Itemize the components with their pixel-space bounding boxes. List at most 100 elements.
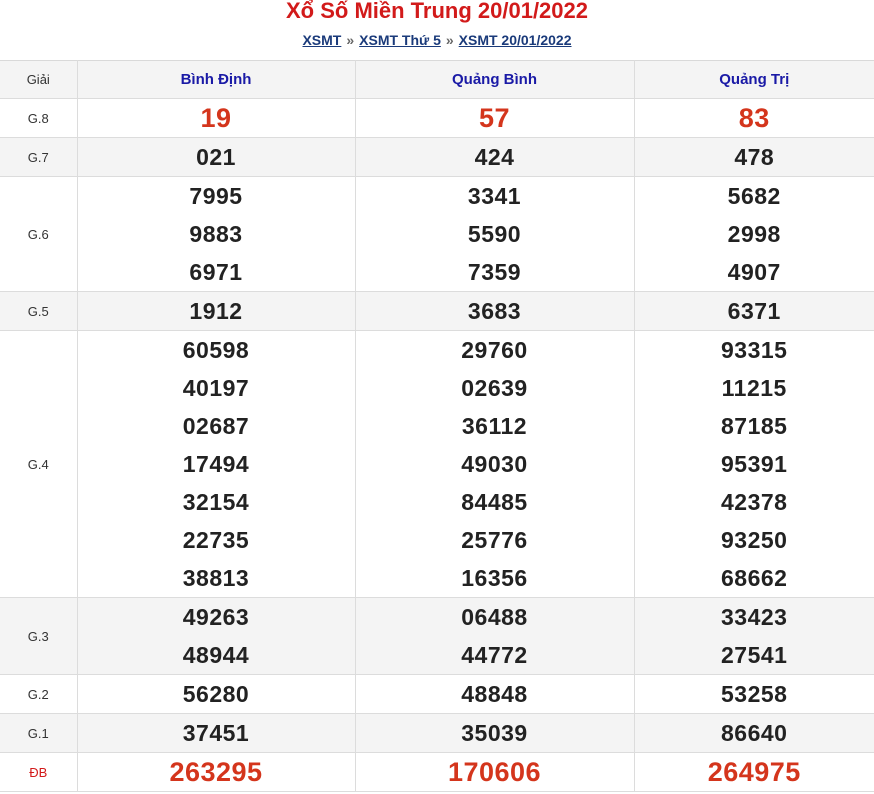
province-header-quang-tri[interactable]: Quảng Trị [634, 60, 874, 99]
prize-cell: 83 [634, 98, 874, 138]
breadcrumb-separator: » [346, 32, 355, 48]
prize-number: 95391 [721, 451, 788, 477]
prize-label: G.8 [0, 98, 78, 138]
prize-number: 87185 [721, 413, 788, 439]
prize-column-header: Giải [0, 60, 78, 99]
prize-number: 35039 [461, 720, 528, 746]
prize-number: 48944 [182, 642, 250, 668]
prize-cell: 6371 [634, 291, 874, 331]
prize-number: 27541 [721, 642, 788, 668]
prize-number: 44772 [461, 642, 528, 668]
prize-label: G.5 [0, 291, 78, 331]
prize-cell: 29760 02639 36112 49030 84485 25776 16356 [355, 330, 635, 598]
prize-row: G.7 021 424 478 [0, 137, 874, 177]
prize-number: 49030 [461, 451, 528, 477]
prize-cell: 93315 11215 87185 95391 42378 93250 68662 [634, 330, 874, 598]
special-prize-number: 264975 [707, 757, 801, 787]
prize-label: G.1 [0, 713, 78, 753]
prize-cell: 478 [634, 137, 874, 177]
province-header-binh-dinh[interactable]: Bình Định [77, 60, 356, 99]
prize-row: G.2 56280 48848 53258 [0, 674, 874, 714]
prize-number: 02687 [182, 413, 250, 439]
prize-number: 11215 [721, 375, 787, 401]
page-header: Xổ Số Miền Trung 20/01/2022 XSMT » XSMT Th… [0, 0, 874, 60]
prize-row: G.1 37451 35039 86640 [0, 713, 874, 753]
prize-number: 9883 [189, 221, 243, 247]
prize-row: G.4 60598 40197 02687 17494 32154 22735 38813 29… [0, 330, 874, 598]
prize-cell: 33423 27541 [634, 597, 874, 675]
prize-number: 478 [734, 144, 775, 170]
prize-cell: 3341 5590 7359 [355, 176, 635, 292]
prize-cell: 49263 48944 [77, 597, 356, 675]
prize-number: 42378 [721, 489, 788, 515]
prize-cell: 19 [77, 98, 356, 138]
prize-number: 86640 [721, 720, 788, 746]
prize-cell: 264975 [634, 752, 874, 792]
prize-number: 17494 [182, 451, 250, 477]
prize-number: 6971 [189, 259, 243, 285]
prize-number: 3341 [467, 183, 522, 209]
prize-cell: 56280 [77, 674, 356, 714]
prize-cell: 170606 [355, 752, 635, 792]
prize-cell: 06488 44772 [355, 597, 635, 675]
prize-label: ĐB [0, 752, 78, 792]
breadcrumb-link-xsmt-date[interactable]: XSMT 20/01/2022 [459, 32, 572, 48]
special-prize-number: 170606 [447, 757, 542, 787]
prize-number: 84485 [461, 489, 528, 515]
prize-cell: 60598 40197 02687 17494 32154 22735 38813 [77, 330, 356, 598]
prize-row: G.8 19 57 83 [0, 98, 874, 138]
prize-number: 1912 [189, 298, 243, 324]
breadcrumb-link-xsmt-thu-5[interactable]: XSMT Thứ 5 [359, 32, 441, 48]
prize-number: 19 [200, 103, 232, 133]
prize-number: 22735 [182, 527, 250, 553]
prize-number: 02639 [461, 375, 528, 401]
prize-number: 53258 [721, 681, 788, 707]
prize-row: G.6 7995 9883 6971 3341 5590 7359 5682 2998 4907 [0, 176, 874, 292]
prize-cell: 3683 [355, 291, 635, 331]
prize-number: 37451 [182, 720, 250, 746]
prize-cell: 57 [355, 98, 635, 138]
prize-number: 38813 [182, 565, 250, 591]
prize-cell: 021 [77, 137, 356, 177]
breadcrumb: XSMT » XSMT Thứ 5» XSMT 20/01/2022 [0, 31, 874, 49]
breadcrumb-link-xsmt[interactable]: XSMT [302, 32, 341, 48]
prize-number: 68662 [721, 565, 788, 591]
prize-number: 5682 [727, 183, 781, 209]
prize-number: 25776 [461, 527, 528, 553]
prize-cell: 37451 [77, 713, 356, 753]
prize-number: 32154 [182, 489, 250, 515]
prize-label: G.7 [0, 137, 78, 177]
prize-cell: 424 [355, 137, 635, 177]
prize-number: 48848 [461, 681, 528, 707]
prize-number: 29760 [461, 337, 528, 363]
prize-number: 57 [478, 103, 511, 133]
prize-number: 49263 [182, 604, 250, 630]
prize-number: 6371 [727, 298, 781, 324]
prize-number: 3683 [467, 298, 522, 324]
prize-number: 56280 [182, 681, 250, 707]
prize-cell: 1912 [77, 291, 356, 331]
page-title: Xổ Số Miền Trung 20/01/2022 [286, 0, 588, 23]
province-header-quang-binh[interactable]: Quảng Bình [355, 60, 635, 99]
breadcrumb-separator: » [445, 32, 454, 48]
prize-number: 7995 [189, 183, 243, 209]
prize-number: 424 [474, 144, 515, 170]
prize-cell: 7995 9883 6971 [77, 176, 356, 292]
prize-number: 06488 [461, 604, 528, 630]
prize-label: G.3 [0, 597, 78, 675]
prize-number: 40197 [182, 375, 250, 401]
prize-number: 93250 [721, 527, 788, 553]
prize-number: 4907 [727, 259, 781, 285]
prize-cell: 263295 [77, 752, 356, 792]
prize-cell: 5682 2998 4907 [634, 176, 874, 292]
table-header-row: Giải Bình Định Quảng Bình Quảng Trị [0, 60, 874, 99]
prize-label: G.6 [0, 176, 78, 292]
special-prize-number: 263295 [169, 757, 263, 787]
prize-cell: 53258 [634, 674, 874, 714]
prize-cell: 86640 [634, 713, 874, 753]
prize-cell: 35039 [355, 713, 635, 753]
prize-number: 36112 [461, 413, 528, 439]
prize-table-body: G.8 19 57 83 G.7 021 424 478 G.6 7995 9883 6971 3341… [0, 98, 874, 792]
prize-label: G.4 [0, 330, 78, 598]
prize-number: 33423 [721, 604, 788, 630]
